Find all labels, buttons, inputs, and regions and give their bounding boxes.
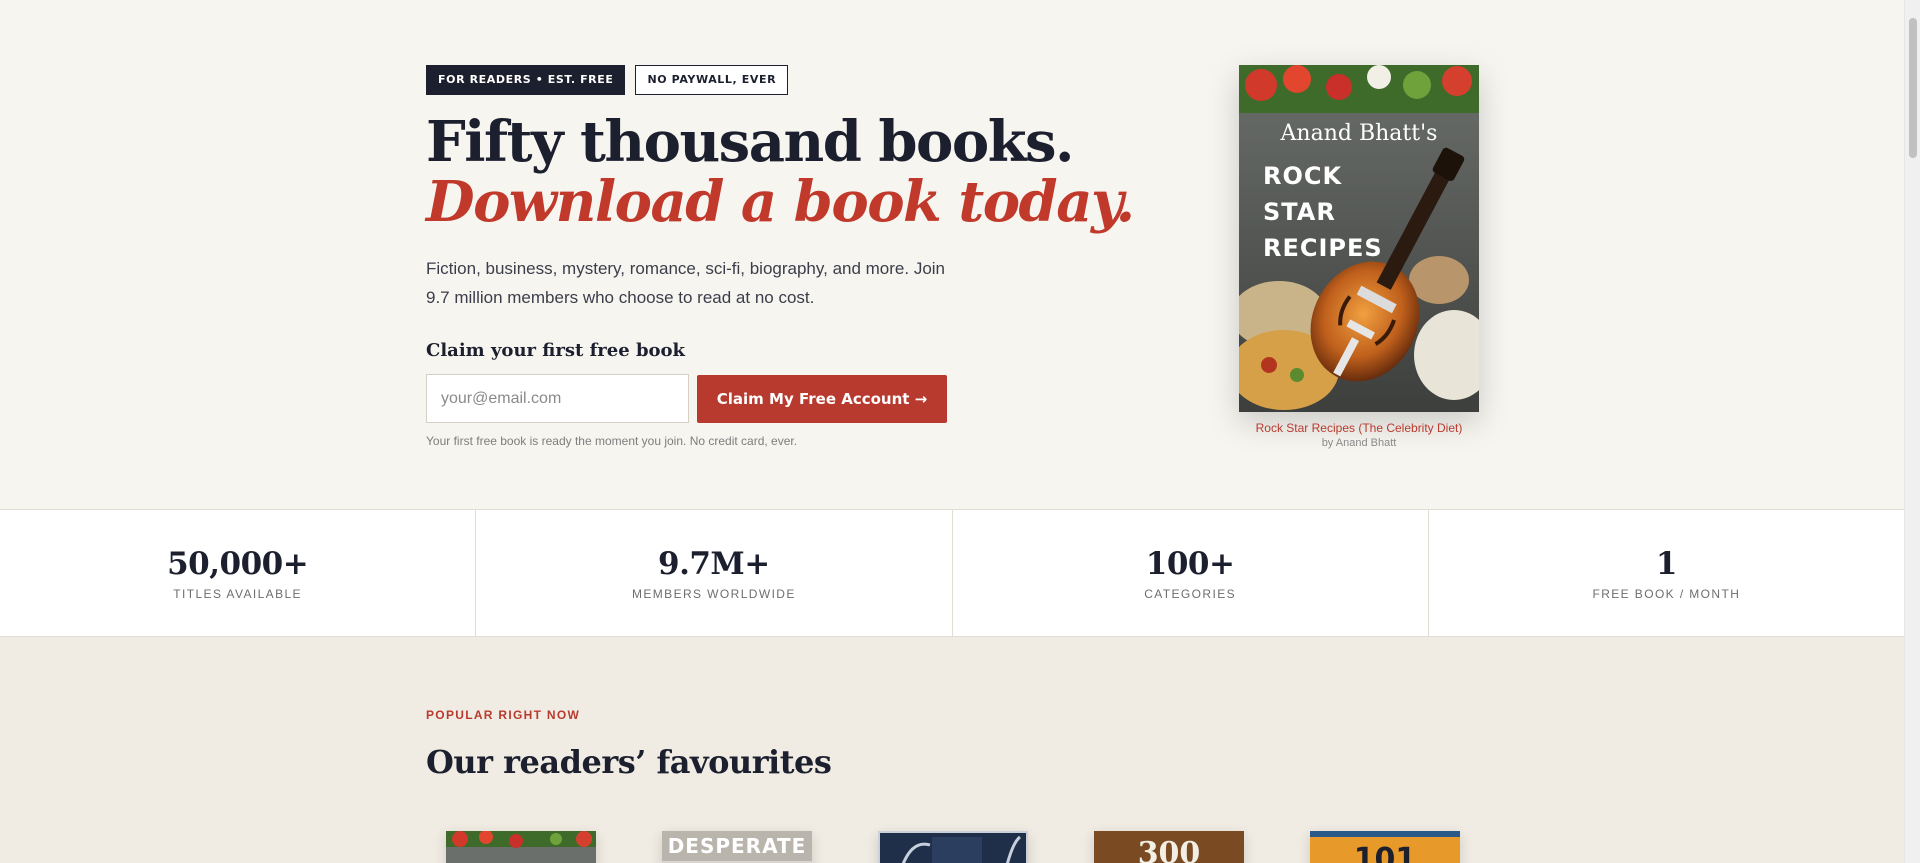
claim-account-button[interactable]: Claim My Free Account → [697, 375, 947, 423]
stat-label: CATEGORIES [1144, 586, 1237, 601]
book-cover-2[interactable]: DESPERATE [662, 831, 812, 863]
cover-title-text: ROCK STAR RECIPES [1263, 162, 1383, 262]
hero-headline: Fifty thousand books. Download a book to… [426, 109, 1135, 235]
popular-kicker: POPULAR RIGHT NOW [426, 708, 581, 722]
headline-line-2: Download a book today. [426, 169, 1135, 235]
book-4-cover-text: 300 [1137, 836, 1201, 863]
hero-lead: Fiction, business, mystery, romance, sci… [426, 259, 946, 307]
featured-book-author: by Anand Bhatt [1321, 437, 1397, 449]
book-5-cover-text: 101 [1353, 842, 1417, 863]
readers-badge: FOR READERS • EST. FREE [426, 65, 626, 95]
no-paywall-badge: NO PAYWALL, EVER [635, 65, 789, 95]
book-cover-5[interactable]: 101 [1310, 831, 1460, 863]
popular-section: POPULAR RIGHT NOW Our readers’ favourite… [0, 637, 1904, 863]
stats-bar: 50,000+ TITLES AVAILABLE 9.7M+ MEMBERS W… [0, 509, 1904, 637]
book-cover-1[interactable] [446, 831, 596, 863]
stat-label: MEMBERS WORLDWIDE [631, 586, 796, 601]
featured-book-cover[interactable]: Anand Bhatt's ROCK STAR RECIPES [1239, 65, 1479, 412]
hero-section: FOR READERS • EST. FREE NO PAYWALL, EVER… [0, 0, 1904, 509]
stat-categories: 100+ CATEGORIES [953, 510, 1429, 636]
book-2-cover-text: DESPERATE [662, 831, 812, 861]
cover-author-text: Anand Bhatt's [1280, 121, 1438, 146]
stat-free-book: 1 FREE BOOK / MONTH [1429, 510, 1904, 636]
stat-titles: 50,000+ TITLES AVAILABLE [0, 510, 477, 636]
stat-value: 1 [1655, 545, 1678, 582]
scrollbar-thumb[interactable] [1909, 18, 1917, 158]
featured-book-title-link[interactable]: Rock Star Recipes (The Celebrity Diet) [1159, 421, 1559, 435]
featured-book-caption: Rock Star Recipes (The Celebrity Diet) b… [1159, 421, 1559, 449]
book-cover-4[interactable]: 300 [1094, 831, 1244, 863]
book-3-art [880, 833, 1026, 863]
stat-value: 50,000+ [167, 545, 309, 582]
stat-value: 100+ [1145, 545, 1235, 582]
stat-label: TITLES AVAILABLE [173, 586, 302, 601]
page-scrollbar[interactable] [1904, 0, 1920, 863]
stat-value: 9.7M+ [658, 545, 770, 582]
book-1-art [446, 831, 596, 863]
headline-line-1: Fifty thousand books. [426, 109, 1075, 175]
claim-title: Claim your first free book [426, 340, 686, 361]
email-input[interactable] [426, 374, 689, 423]
stat-members: 9.7M+ MEMBERS WORLDWIDE [476, 510, 953, 636]
hero-badges: FOR READERS • EST. FREE NO PAYWALL, EVER [426, 65, 789, 95]
stat-label: FREE BOOK / MONTH [1592, 586, 1741, 601]
book-cover-3[interactable] [878, 831, 1028, 863]
popular-title: Our readers’ favourites [426, 743, 832, 781]
fineprint: Your first free book is ready the moment… [426, 434, 798, 448]
